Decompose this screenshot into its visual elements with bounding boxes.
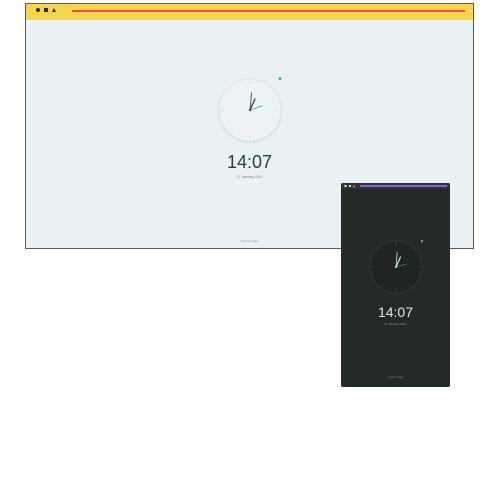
accent-dot (278, 77, 282, 80)
square-icon[interactable] (44, 8, 48, 12)
mobile-preview-window: 14:07 17 January 2024 scroll to wake (341, 183, 450, 387)
screenshot-stage: 14:07 17 January 2024 scroll to wake 14:… (0, 0, 500, 500)
desktop-window-controls (36, 8, 56, 12)
date-display: 17 January 2024 (236, 175, 263, 179)
triangle-icon[interactable] (52, 8, 56, 12)
circle-icon[interactable] (344, 184, 347, 187)
mobile-window-controls (344, 184, 355, 187)
time-display: 14:07 (226, 152, 273, 172)
date-display: 17 January 2024 (384, 322, 407, 326)
clock-pivot (248, 108, 252, 112)
circle-icon[interactable] (36, 8, 40, 12)
triangle-icon[interactable] (353, 184, 355, 187)
mobile-titlebar (341, 183, 450, 189)
footer-hint: scroll to wake (387, 376, 404, 379)
analog-clock (369, 239, 424, 294)
clock-pivot (395, 266, 397, 268)
analog-clock (218, 77, 282, 142)
square-icon[interactable] (348, 184, 351, 187)
desktop-titlebar (26, 4, 473, 20)
mobile-address-bar[interactable] (360, 185, 447, 187)
accent-dot (420, 239, 424, 243)
time-display: 14:07 (377, 304, 414, 320)
desktop-address-bar[interactable] (72, 10, 465, 12)
